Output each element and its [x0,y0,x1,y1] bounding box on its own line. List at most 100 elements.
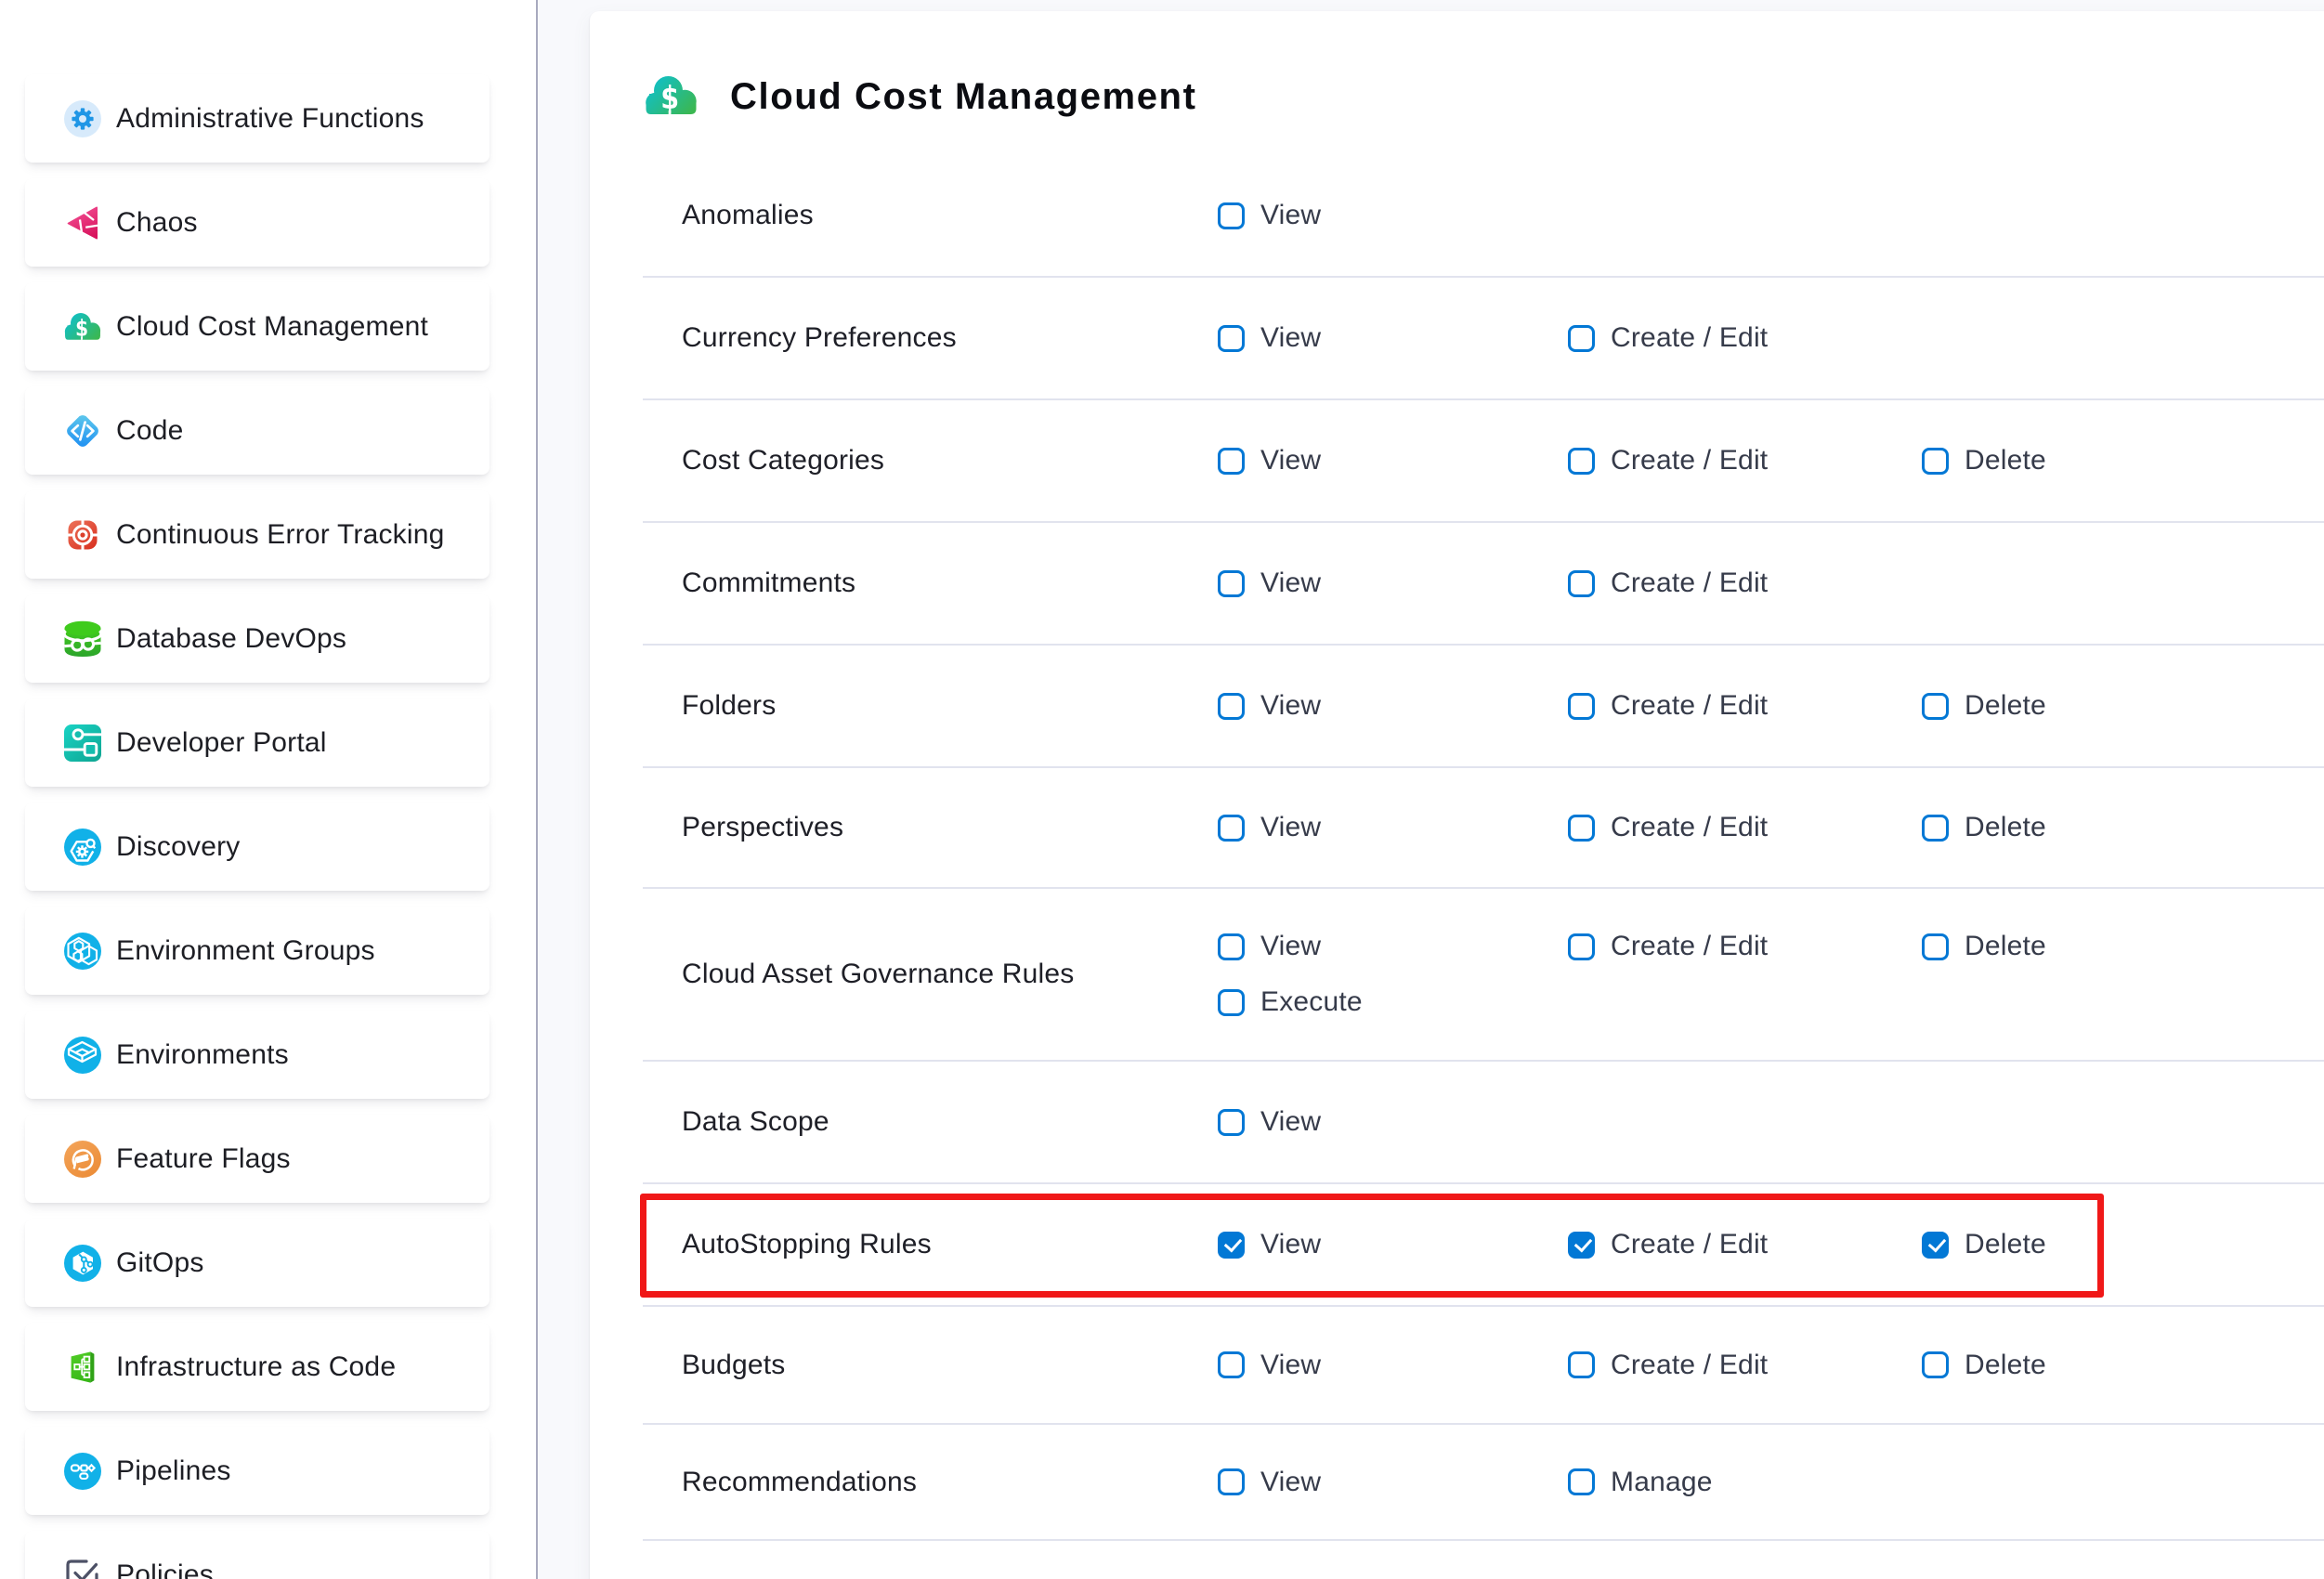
permission-line: View Create / EditDelete [1218,919,2324,974]
permission-resource-name: Budgets [643,1307,1218,1423]
permission-resource-name: Commitments [643,523,1218,644]
sidebar-item-label: Discovery [116,831,241,863]
permission-cell: Delete [1922,445,2046,476]
checkbox-cost-categories-create-edit[interactable] [1568,448,1595,475]
sidebar-item-pipelines[interactable]: Pipelines [25,1427,490,1515]
sidebar-item-feature-flags[interactable]: Feature Flags [25,1115,490,1203]
checkbox-perspectives-delete[interactable] [1922,815,1949,842]
checkbox-label: Create / Edit [1611,1229,1768,1260]
sidebar-item-cloud-cost-management[interactable]: $ Cloud Cost Management [25,282,490,371]
checkbox-budgets-view[interactable] [1218,1351,1245,1378]
checkbox-label: View [1260,812,1321,843]
checkbox-cloud-asset-governance-rules-execute[interactable] [1218,989,1245,1016]
checkbox-label: View [1260,568,1321,599]
permission-cell: Delete [1922,931,2046,962]
permission-cell: View [1218,1350,1568,1381]
permission-row-commitments: Commitments View Create / Edit [643,523,2324,646]
sidebar-item-discovery[interactable]: Discovery [25,803,490,891]
sidebar-item-database-devops[interactable]: Database DevOps [25,594,490,683]
permissions-screen: Administrative Functions Chaos $ Cloud C… [0,0,2324,1579]
sidebar-item-infrastructure-as-code[interactable]: Infrastructure as Code [25,1323,490,1411]
sidebar-item-label: Policies [116,1559,214,1579]
checkbox-label: Create / Edit [1611,445,1768,476]
panel-header: $ Cloud Cost Management [645,76,1197,114]
permission-line: View Create / Edit [1218,555,2324,611]
checkbox-perspectives-view[interactable] [1218,815,1245,842]
sidebar-item-chaos[interactable]: Chaos [25,178,490,267]
permission-row-currency-preferences: Currency PreferencesViewCreate / Edit [643,278,2324,400]
checkbox-label: View [1260,1229,1321,1260]
checkbox-folders-view[interactable] [1218,693,1245,720]
checkbox-budgets-delete[interactable] [1922,1351,1949,1378]
permission-cell: Create / Edit [1568,322,1922,354]
checkbox-cost-categories-delete[interactable] [1922,448,1949,475]
permission-lines: View Create / Edit Delete [1218,1184,2324,1305]
checkbox-cloud-asset-governance-rules-create-edit[interactable] [1568,933,1595,960]
permission-row-folders: FoldersViewCreate / EditDelete [643,646,2324,768]
checkbox-budgets-create-edit[interactable] [1568,1351,1595,1378]
sidebar-item-gitops[interactable]: GitOps [25,1219,490,1307]
permission-resource-name: Perspectives [643,768,1218,887]
checkbox-recommendations-manage[interactable] [1568,1468,1595,1495]
permission-resource-name: AutoStopping Rules [643,1184,1218,1305]
permission-line: View [1218,1094,2324,1150]
permission-row-cost-categories: Cost CategoriesViewCreate / EditDelete [643,400,2324,523]
developer-portal-icon [61,724,103,762]
checkbox-label: Create / Edit [1611,1350,1768,1381]
gitops-icon [61,1245,103,1282]
permission-resource-name: Cloud Asset Governance Rules [643,889,1218,1060]
permission-row-recommendations: RecommendationsViewManage [643,1425,2324,1541]
checkbox-label: View [1260,200,1321,231]
checkbox-anomalies-view[interactable] [1218,202,1245,229]
permission-row-data-scope: Data ScopeView [643,1062,2324,1184]
checkbox-label: Create / Edit [1611,322,1768,354]
checkbox-label: Create / Edit [1611,690,1768,722]
checkbox-label: Create / Edit [1611,812,1768,843]
permission-cell: Create / Edit [1568,445,1922,476]
checkbox-cost-categories-view[interactable] [1218,448,1245,475]
checkbox-commitments-create-edit[interactable] [1568,570,1595,597]
checkbox-autostopping-rules-delete[interactable] [1922,1232,1949,1259]
checkbox-currency-preferences-create-edit[interactable] [1568,325,1595,352]
permission-lines: View Create / Edit Delete [1218,1307,2324,1423]
checkbox-cloud-asset-governance-rules-view[interactable] [1218,933,1245,960]
permission-line: View Create / Edit Delete [1218,1217,2324,1272]
checkbox-commitments-view[interactable] [1218,570,1245,597]
checkbox-label: Delete [1965,690,2046,722]
sidebar-item-environments[interactable]: Environments [25,1011,490,1099]
checkbox-label: View [1260,445,1321,476]
permission-cell: Delete [1922,812,2046,843]
sidebar-item-environment-groups[interactable]: Environment Groups [25,907,490,995]
sidebar-item-developer-portal[interactable]: Developer Portal [25,698,490,787]
permissions-panel: $ Cloud Cost Management AnomaliesViewCur… [590,11,2324,1579]
permission-row-autostopping-rules: AutoStopping Rules View Create / Edit Delet… [643,1184,2324,1307]
checkbox-perspectives-create-edit[interactable] [1568,815,1595,842]
permission-lines: View Create / Edit Delete [1218,768,2324,887]
module-sidebar: Administrative Functions Chaos $ Cloud C… [0,0,536,1579]
checkbox-label: View [1260,931,1321,962]
sidebar-item-label: GitOps [116,1247,204,1279]
checkbox-data-scope-view[interactable] [1218,1109,1245,1136]
permission-cell: Delete [1922,1229,2046,1260]
permission-cell: Create / Edit [1568,690,1922,722]
checkbox-cloud-asset-governance-rules-delete[interactable] [1922,933,1949,960]
checkbox-label: Create / Edit [1611,568,1768,599]
checkbox-currency-preferences-view[interactable] [1218,325,1245,352]
sidebar-item-label: Administrative Functions [116,103,424,135]
permission-cell: Manage [1568,1467,1922,1498]
checkbox-autostopping-rules-create-edit[interactable] [1568,1232,1595,1259]
checkbox-folders-create-edit[interactable] [1568,693,1595,720]
checkbox-label: Delete [1965,1350,2046,1381]
checkbox-label: View [1260,322,1321,354]
sidebar-item-administrative-functions[interactable]: Administrative Functions [25,74,490,163]
checkbox-recommendations-view[interactable] [1218,1468,1245,1495]
sidebar-item-code[interactable]: Code [25,386,490,475]
permission-cell: View [1218,1106,1568,1138]
permission-cell: Create / Edit [1568,931,1922,962]
sidebar-item-continuous-error-tracking[interactable]: Continuous Error Tracking [25,490,490,579]
checkbox-autostopping-rules-view[interactable] [1218,1232,1245,1259]
sidebar-item-policies[interactable]: Policies [25,1531,490,1579]
permission-resource-name: Recommendations [643,1425,1218,1539]
checkbox-folders-delete[interactable] [1922,693,1949,720]
sidebar-item-label: Pipelines [116,1455,231,1487]
